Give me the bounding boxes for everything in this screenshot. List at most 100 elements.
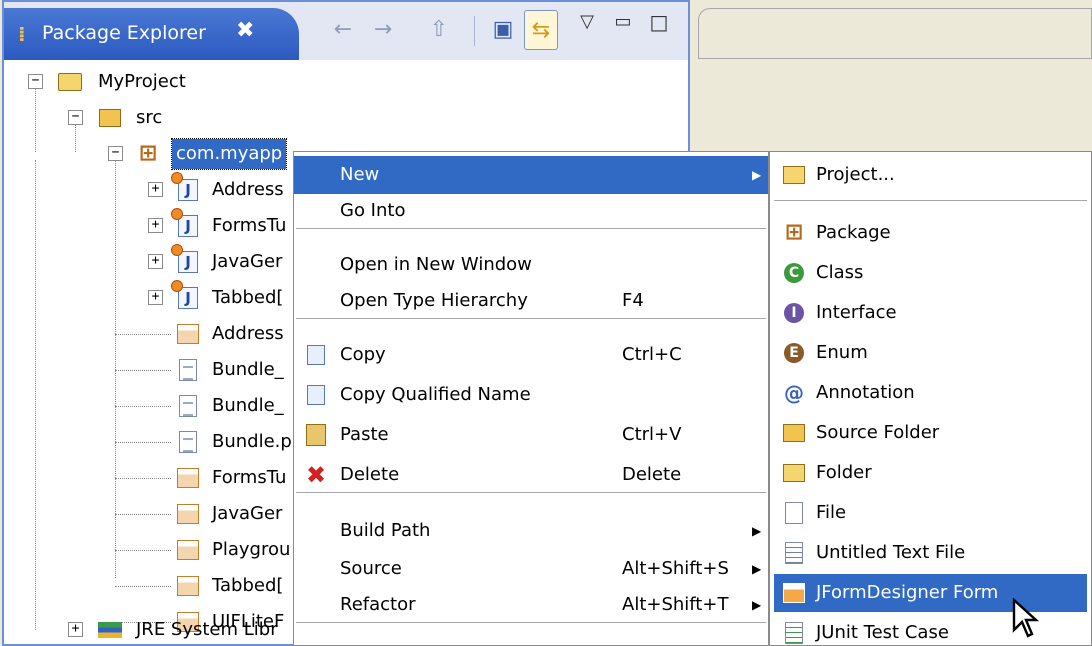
java-file-icon: J xyxy=(171,244,200,274)
menu-separator xyxy=(296,318,766,319)
menu-item-label: Annotation xyxy=(816,382,915,403)
menu-separator xyxy=(296,228,766,229)
menu-item-delete[interactable]: ✖ Delete Delete xyxy=(294,456,768,494)
tree-item-java[interactable]: + J Tabbed[ xyxy=(4,280,304,316)
menu-item-label: Go Into xyxy=(340,200,406,221)
submenu-arrow-icon: ▶ xyxy=(752,598,762,612)
menu-item-go-into[interactable]: Go Into xyxy=(294,192,768,230)
tree-connector xyxy=(115,334,171,335)
maximize-icon[interactable]: □ xyxy=(642,2,676,42)
new-item-annotation[interactable]: @ Annotation xyxy=(774,374,1087,412)
menu-item-label: JUnit Test Case xyxy=(816,622,949,643)
tree-connector xyxy=(115,370,171,371)
tree-item-form[interactable]: FormsTu xyxy=(4,460,304,496)
interface-icon: I xyxy=(782,301,806,325)
menu-item-open-in-new-window[interactable]: Open in New Window xyxy=(294,246,768,284)
tree-item-form[interactable]: Playgrou xyxy=(4,532,304,568)
menu-item-build-path[interactable]: Build Path ▶ xyxy=(294,512,768,550)
form-file-icon xyxy=(176,538,200,562)
collapse-toggle[interactable]: − xyxy=(108,146,123,161)
tree-item-file[interactable]: Bundle_ xyxy=(4,352,304,388)
menu-item-label: Copy Qualified Name xyxy=(340,384,531,405)
new-item-source-folder[interactable]: Source Folder xyxy=(774,414,1087,452)
new-item-interface[interactable]: I Interface xyxy=(774,294,1087,332)
new-item-jformdesigner-form[interactable]: JFormDesigner Form xyxy=(774,574,1087,612)
menu-separator xyxy=(774,200,1087,201)
new-project-icon xyxy=(782,163,806,187)
properties-file-icon xyxy=(176,358,200,382)
menu-item-new[interactable]: New ▶ xyxy=(294,156,768,194)
paste-icon xyxy=(304,423,328,447)
tree-connector xyxy=(115,478,171,479)
tree-item-java[interactable]: + J FormsTu xyxy=(4,208,304,244)
new-item-junit-test-case[interactable]: JUnit Test Case xyxy=(774,614,1087,646)
tree-connector xyxy=(115,586,171,587)
tree-item-package[interactable]: − ⊞ com.myapp xyxy=(4,136,304,172)
collapse-all-icon[interactable]: ▣ xyxy=(486,10,520,50)
tree-item-label: JavaGer xyxy=(212,503,283,524)
menu-item-refactor[interactable]: Refactor Alt+Shift+T ▶ xyxy=(294,586,768,624)
tree-item-label: JRE System Libr xyxy=(136,619,278,640)
menu-item-label: Untitled Text File xyxy=(816,542,966,563)
menu-item-label: Delete xyxy=(340,464,400,485)
forward-icon[interactable]: → xyxy=(366,10,400,50)
close-icon[interactable]: ✖ xyxy=(236,18,254,43)
new-item-enum[interactable]: E Enum xyxy=(774,334,1087,372)
menu-item-label: Open Type Hierarchy xyxy=(340,290,528,311)
menu-item-shortcut: Alt+Shift+S xyxy=(622,558,729,579)
tree-item-java[interactable]: + J Address xyxy=(4,172,304,208)
source-folder-icon xyxy=(782,421,806,445)
menu-item-paste[interactable]: Paste Ctrl+V xyxy=(294,416,768,454)
menu-item-label: Project... xyxy=(816,164,895,185)
tree-item-file[interactable]: Bundle_ xyxy=(4,388,304,424)
back-icon[interactable]: ← xyxy=(326,10,360,50)
up-icon[interactable]: ⇧ xyxy=(422,10,456,50)
menu-item-copy-qualified-name[interactable]: Copy Qualified Name xyxy=(294,376,768,414)
expand-toggle[interactable]: + xyxy=(148,254,163,269)
new-item-untitled-text-file[interactable]: Untitled Text File xyxy=(774,534,1087,572)
new-item-file[interactable]: File xyxy=(774,494,1087,532)
tree-item-form[interactable]: Address xyxy=(4,316,304,352)
new-item-project[interactable]: Project... xyxy=(774,156,1087,194)
tree-item-label: Address xyxy=(212,323,284,344)
tree-connector xyxy=(115,406,171,407)
tree-connector xyxy=(115,550,171,551)
link-with-editor-icon[interactable]: ⇆ xyxy=(524,10,558,50)
tree-item-jre[interactable]: + JRE System Libr xyxy=(4,612,304,646)
tree-item-label: Tabbed[ xyxy=(212,575,284,596)
file-icon xyxy=(782,501,806,525)
expand-toggle[interactable]: + xyxy=(148,218,163,233)
new-item-package[interactable]: ⊞ Package xyxy=(774,214,1087,252)
expand-toggle[interactable]: + xyxy=(148,182,163,197)
collapse-toggle[interactable]: − xyxy=(68,110,83,125)
menu-item-label: Refactor xyxy=(340,594,416,615)
package-explorer-tab[interactable]: ⁞ Package Explorer ✖ xyxy=(4,8,299,60)
menu-item-shortcut: Ctrl+V xyxy=(622,424,682,445)
junit-icon xyxy=(782,621,806,645)
new-item-folder[interactable]: Folder xyxy=(774,454,1087,492)
tree-item-file[interactable]: Bundle.p xyxy=(4,424,304,460)
menu-separator xyxy=(296,492,766,493)
menu-item-open-type-hierarchy[interactable]: Open Type Hierarchy F4 xyxy=(294,282,768,320)
project-folder-icon xyxy=(58,70,82,94)
toolbar-separator xyxy=(474,16,475,46)
expand-toggle[interactable]: + xyxy=(148,290,163,305)
java-file-icon: J xyxy=(171,208,200,238)
java-file-icon: J xyxy=(171,172,200,202)
menu-item-source[interactable]: Source Alt+Shift+S ▶ xyxy=(294,550,768,588)
text-file-icon xyxy=(782,541,806,565)
collapse-toggle[interactable]: − xyxy=(28,74,43,89)
new-item-class[interactable]: C Class xyxy=(774,254,1087,292)
tree-item-form[interactable]: Tabbed[ xyxy=(4,568,304,604)
minimize-icon[interactable]: ▭ xyxy=(606,2,640,42)
tree-item-form[interactable]: JavaGer xyxy=(4,496,304,532)
tree-item-java[interactable]: + J JavaGer xyxy=(4,244,304,280)
view-menu-icon[interactable]: ▽ xyxy=(570,2,604,42)
tree-item-src[interactable]: − src xyxy=(4,100,304,136)
menu-item-copy[interactable]: Copy Ctrl+C xyxy=(294,336,768,374)
package-icon: ⊞ xyxy=(784,220,804,245)
menu-item-shortcut: Delete xyxy=(622,464,682,485)
view-header: ⁞ Package Explorer ✖ ← → ⇧ ▣ ⇆ ▽ ▭ □ xyxy=(4,2,688,60)
expand-toggle[interactable]: + xyxy=(68,622,83,637)
tree-item-myproject[interactable]: − MyProject xyxy=(4,64,304,100)
